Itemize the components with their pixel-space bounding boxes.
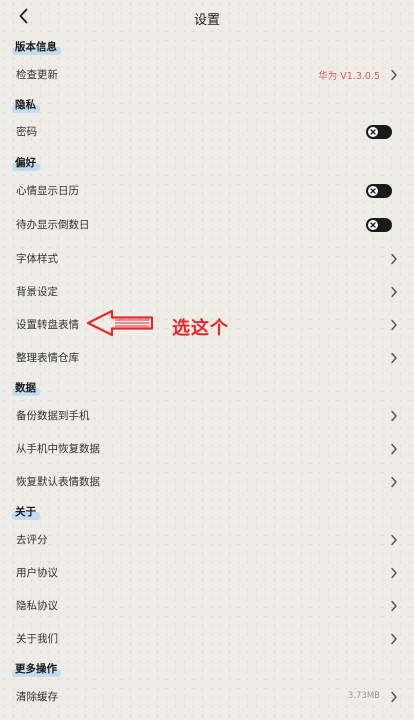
- restore-row[interactable]: 从手机中恢复数据: [0, 434, 414, 464]
- mood-calendar-toggle[interactable]: [366, 184, 392, 198]
- password-row: 密码: [0, 117, 414, 147]
- section-header-more: 更多操作: [12, 662, 61, 677]
- chevron-right-icon: [391, 633, 397, 645]
- page-title: 设置: [193, 13, 220, 28]
- todo-countdown-row: 待办显示倒数日: [0, 210, 414, 240]
- chevron-right-icon: [391, 410, 397, 422]
- todo-countdown-toggle[interactable]: [366, 218, 392, 232]
- about-us-label: 关于我们: [16, 633, 58, 645]
- reset-emoji-row[interactable]: 恢复默认表情数据: [0, 467, 414, 497]
- header: 设置: [0, 0, 414, 34]
- emoji-store-label: 整理表情仓库: [16, 352, 79, 364]
- font-style-row[interactable]: 字体样式: [0, 244, 414, 274]
- clear-cache-label: 清除缓存: [16, 691, 58, 703]
- rate-row[interactable]: 去评分: [0, 525, 414, 555]
- close-icon: [370, 222, 376, 228]
- chevron-right-icon: [391, 286, 397, 298]
- close-icon: [370, 188, 376, 194]
- todo-countdown-label: 待办显示倒数日: [16, 219, 90, 231]
- mood-calendar-row: 心情显示日历: [0, 176, 414, 206]
- close-icon: [370, 129, 376, 135]
- wheel-emoji-label: 设置转盘表情: [16, 319, 79, 331]
- toggle-knob: [368, 186, 378, 196]
- toggle-knob: [368, 127, 378, 137]
- background-row[interactable]: 背景设定: [0, 277, 414, 307]
- password-label: 密码: [16, 126, 37, 138]
- annotation-text: 选这个: [172, 318, 229, 339]
- chevron-right-icon: [391, 600, 397, 612]
- about-us-row[interactable]: 关于我们: [0, 624, 414, 654]
- chevron-right-icon: [391, 534, 397, 546]
- section-header-data: 数据: [12, 381, 40, 396]
- chevron-right-icon: [391, 567, 397, 579]
- emoji-store-row[interactable]: 整理表情仓库: [0, 343, 414, 373]
- restore-label: 从手机中恢复数据: [16, 443, 100, 455]
- privacy-policy-row[interactable]: 隐私协议: [0, 591, 414, 621]
- version-value: 华为 V1.3.0.5: [318, 71, 380, 82]
- check-update-row[interactable]: 检查更新 华为 V1.3.0.5: [0, 60, 414, 90]
- chevron-right-icon: [391, 476, 397, 488]
- mood-calendar-label: 心情显示日历: [16, 185, 79, 197]
- toggle-knob: [368, 220, 378, 230]
- check-update-label: 检查更新: [16, 69, 58, 81]
- font-style-label: 字体样式: [16, 253, 58, 265]
- rate-label: 去评分: [16, 534, 48, 546]
- red-arrow-annotation: [86, 309, 154, 337]
- section-header-preferences: 偏好: [12, 156, 40, 171]
- background-label: 背景设定: [16, 286, 58, 298]
- cache-size-value: 3.73MB: [347, 691, 380, 701]
- chevron-right-icon: [391, 352, 397, 364]
- section-header-about: 关于: [12, 505, 40, 520]
- reset-emoji-label: 恢复默认表情数据: [16, 476, 100, 488]
- chevron-right-icon: [391, 443, 397, 455]
- user-agreement-label: 用户协议: [16, 567, 58, 579]
- chevron-right-icon: [391, 691, 397, 703]
- chevron-right-icon: [391, 253, 397, 265]
- privacy-policy-label: 隐私协议: [16, 600, 58, 612]
- backup-row[interactable]: 备份数据到手机: [0, 401, 414, 431]
- chevron-right-icon: [391, 69, 397, 81]
- section-header-version: 版本信息: [12, 40, 61, 55]
- password-toggle[interactable]: [366, 125, 392, 139]
- chevron-right-icon: [391, 319, 397, 331]
- section-header-privacy: 隐私: [12, 98, 40, 113]
- clear-cache-row[interactable]: 清除缓存 3.73MB: [0, 682, 414, 712]
- backup-label: 备份数据到手机: [16, 410, 90, 422]
- user-agreement-row[interactable]: 用户协议: [0, 558, 414, 588]
